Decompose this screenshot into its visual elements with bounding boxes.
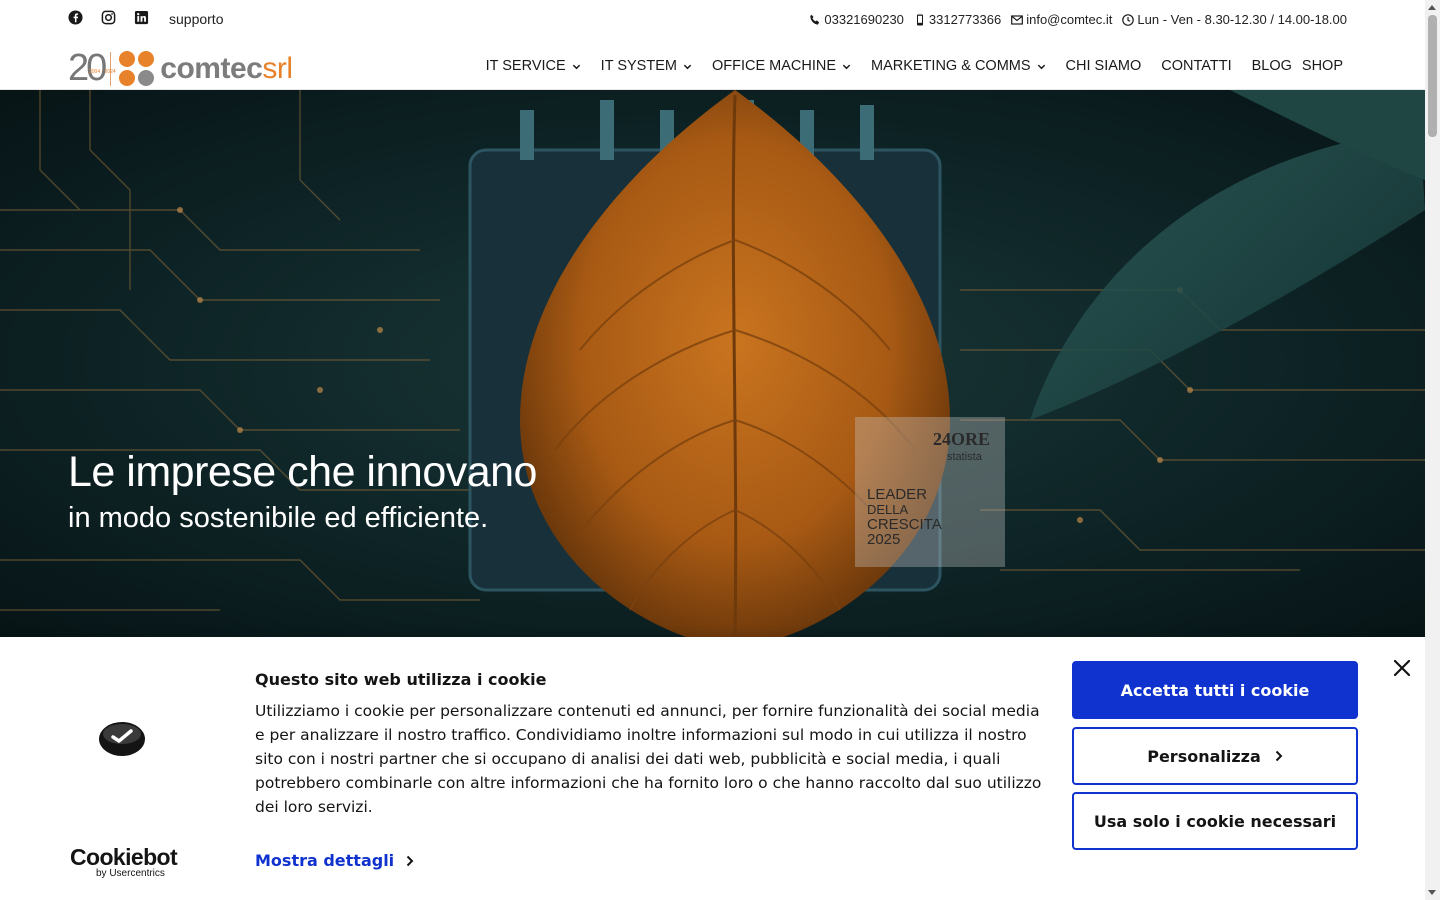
nav-it-service[interactable]: IT SERVICE <box>486 58 581 74</box>
main-nav: IT SERVICE IT SYSTEM OFFICE MACHINE MARK… <box>486 58 1343 74</box>
chevron-right-icon <box>1275 750 1283 762</box>
instagram-icon[interactable] <box>101 10 116 25</box>
show-details-link[interactable]: Mostra dettagli <box>255 851 414 870</box>
mobile-phone-icon <box>916 14 923 25</box>
cookie-description: Utilizziamo i cookie per personalizzare … <box>255 702 1042 816</box>
scroll-down-arrow-icon[interactable] <box>1428 890 1436 895</box>
chevron-down-icon <box>842 64 851 69</box>
mobile-contact[interactable]: 3312773366 <box>914 12 1001 27</box>
top-bar: supporto 03321690230 3312773366 info@com… <box>0 0 1425 38</box>
email-address: info@comtec.it <box>1026 12 1113 27</box>
close-icon[interactable] <box>1393 659 1411 677</box>
customize-cookies-button[interactable]: Personalizza <box>1072 727 1358 785</box>
chevron-down-icon <box>572 64 580 69</box>
scrollbar-thumb[interactable] <box>1428 15 1437 137</box>
cookie-title: Questo sito web utilizza i cookie <box>255 670 547 689</box>
anniversary-years: 2004 - 2024 <box>89 69 116 75</box>
badge-publisher: 24ORE <box>933 429 991 449</box>
brand-name: comtecsrl <box>160 51 293 85</box>
chevron-down-icon <box>683 64 692 69</box>
logo-dots-icon <box>119 51 155 86</box>
comtec-logo[interactable]: 20 2004 - 2024 comtecsrl <box>68 47 293 90</box>
nav-shop[interactable]: SHOP <box>1302 58 1343 74</box>
scroll-up-arrow-icon[interactable] <box>1428 5 1436 10</box>
nav-contatti[interactable]: CONTATTI <box>1161 58 1231 74</box>
linkedin-icon[interactable] <box>134 10 149 25</box>
nav-it-system[interactable]: IT SYSTEM <box>601 58 692 74</box>
nav-blog[interactable]: BLOG <box>1252 58 1292 74</box>
badge-text: LEADER DELLA CRESCITA 2025 <box>867 486 942 548</box>
necessary-cookies-only-button[interactable]: Usa solo i cookie necessari <box>1072 792 1358 850</box>
accept-all-cookies-button[interactable]: Accetta tutti i cookie <box>1072 661 1358 719</box>
badge-partner: statista <box>947 451 982 463</box>
chevron-right-icon <box>406 855 414 866</box>
leader-crescita-badge: 24ORE statista LEADER DELLA CRESCITA 202… <box>855 417 1005 567</box>
nav-chi-siamo[interactable]: CHI SIAMO <box>1066 58 1142 74</box>
support-link[interactable]: supporto <box>169 11 223 27</box>
hero-background-image <box>0 90 1425 637</box>
page-scrollbar[interactable] <box>1425 0 1440 900</box>
chevron-down-icon <box>1037 64 1045 69</box>
nav-marketing-comms[interactable]: MARKETING & COMMS <box>871 58 1046 74</box>
phone-contact[interactable]: 03321690230 <box>809 12 904 27</box>
cookiebot-consent-icon <box>99 722 145 756</box>
phone-icon <box>810 14 820 25</box>
opening-hours: Lun - Ven - 8.30-12.30 / 14.00-18.00 <box>1122 12 1347 27</box>
social-links <box>68 10 149 25</box>
contact-info: 03321690230 3312773366 info@comtec.it Lu… <box>809 12 1347 27</box>
email-contact[interactable]: info@comtec.it <box>1011 12 1112 27</box>
hero-title: Le imprese che innovano <box>68 448 537 496</box>
cookie-consent-banner: Cookiebot by Usercentrics Questo sito we… <box>0 637 1425 900</box>
hero-subtitle: in modo sostenibile ed efficiente. <box>68 502 489 534</box>
envelope-icon <box>1011 14 1024 25</box>
facebook-icon[interactable] <box>68 10 83 25</box>
nav-office-machine[interactable]: OFFICE MACHINE <box>712 58 851 74</box>
cookiebot-logo[interactable]: Cookiebot by Usercentrics <box>70 844 178 879</box>
hours-text: Lun - Ven - 8.30-12.30 / 14.00-18.00 <box>1137 12 1347 27</box>
phone-number: 03321690230 <box>824 12 904 27</box>
hero-banner: Le imprese che innovano in modo sostenib… <box>0 90 1425 637</box>
clock-icon <box>1122 13 1135 26</box>
site-header: 20 2004 - 2024 comtecsrl IT SERVICE IT S… <box>0 38 1425 90</box>
mobile-number: 3312773366 <box>928 12 1002 27</box>
